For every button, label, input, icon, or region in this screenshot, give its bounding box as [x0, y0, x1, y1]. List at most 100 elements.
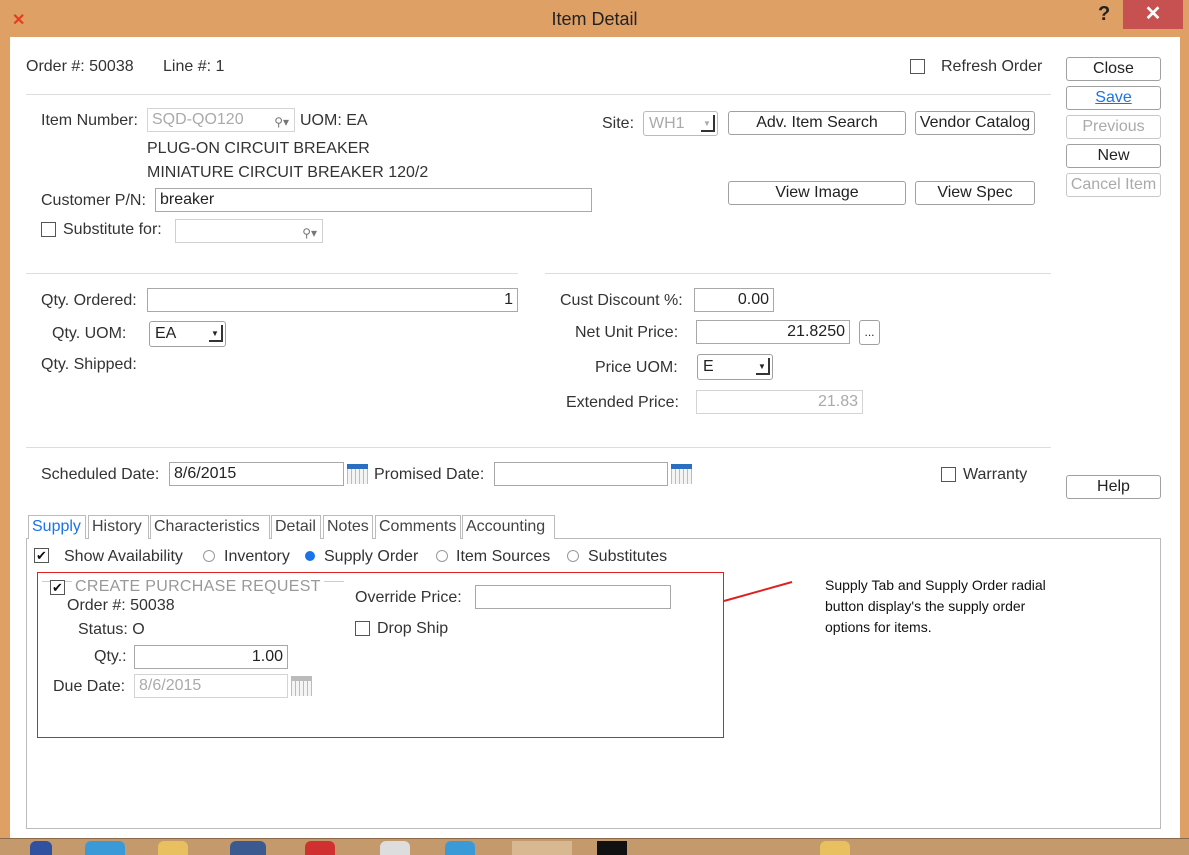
radio-substitutes[interactable] — [567, 550, 579, 562]
tab-accounting[interactable]: Accounting — [462, 515, 555, 539]
net-unit-price-input[interactable]: 21.8250 — [696, 320, 850, 344]
dropdown-arrow-icon: ▼ — [756, 358, 770, 375]
pr-status: Status: O — [78, 621, 145, 638]
net-unit-price-label: Net Unit Price: — [575, 324, 679, 341]
refresh-order-checkbox[interactable] — [910, 59, 925, 74]
drop-ship-label: Drop Ship — [377, 620, 449, 637]
calendar-icon[interactable] — [671, 464, 692, 484]
price-group-divider — [545, 273, 1051, 274]
dropdown-arrow-icon: ▼ — [209, 325, 223, 342]
cust-discount-input[interactable]: 0.00 — [694, 288, 774, 312]
annotation-line-3: options for items. — [825, 619, 932, 635]
previous-button[interactable]: Previous — [1066, 115, 1161, 139]
view-image-button[interactable]: View Image — [728, 181, 906, 205]
radio-item-sources[interactable] — [436, 550, 448, 562]
adv-item-search-button[interactable]: Adv. Item Search — [728, 111, 906, 135]
substitute-input[interactable]: ⚲▾ — [175, 219, 323, 243]
tab-comments[interactable]: Comments — [375, 515, 461, 539]
help-icon[interactable]: ? — [1098, 3, 1110, 26]
extended-price-input[interactable]: 21.83 — [696, 390, 863, 414]
promised-date-label: Promised Date: — [374, 466, 485, 483]
drop-ship-checkbox[interactable] — [355, 621, 370, 636]
item-number-input[interactable]: SQD-QO120 ⚲▾ — [147, 108, 295, 132]
annotation-arrow-line — [723, 581, 793, 602]
search-icon[interactable]: ⚲▾ — [274, 111, 289, 133]
item-number-label: Item Number: — [41, 112, 138, 129]
help-button[interactable]: Help — [1066, 475, 1161, 499]
line-number: Line #: 1 — [163, 58, 225, 75]
substitute-label: Substitute for: — [63, 221, 162, 238]
window-close-button[interactable]: ✕ — [1123, 0, 1183, 29]
qty-ordered-input[interactable]: 1 — [147, 288, 518, 312]
override-price-input[interactable] — [475, 585, 671, 609]
app-logo-icon: ✕ — [12, 12, 26, 29]
site-label: Site: — [602, 115, 635, 132]
taskbar-app-icon[interactable] — [30, 841, 52, 855]
pr-order-number: Order #: 50038 — [67, 597, 175, 614]
title-bar: Item Detail — [0, 0, 1189, 37]
taskbar-app-icon[interactable] — [305, 841, 335, 855]
show-availability-checkbox[interactable]: ✔ — [34, 548, 49, 563]
item-description-1: PLUG-ON CIRCUIT BREAKER — [147, 140, 370, 157]
create-purchase-request-checkbox[interactable]: ✔ — [50, 580, 65, 595]
close-button[interactable]: Close — [1066, 57, 1161, 81]
calendar-icon[interactable] — [291, 676, 312, 696]
tab-history[interactable]: History — [88, 515, 149, 539]
taskbar-app-icon[interactable] — [380, 841, 410, 855]
search-icon[interactable]: ⚲▾ — [302, 222, 317, 244]
price-uom-select[interactable]: E ▼ — [697, 354, 773, 380]
scheduled-date-input[interactable]: 8/6/2015 — [169, 462, 344, 486]
tab-characteristics[interactable]: Characteristics — [150, 515, 270, 539]
tab-supply[interactable]: Supply — [28, 515, 86, 539]
item-number-value: SQD-QO120 — [152, 111, 244, 128]
price-uom-value: E — [703, 358, 714, 375]
dropdown-arrow-icon: ▼ — [701, 115, 715, 132]
qty-shipped-label: Qty. Shipped: — [41, 356, 137, 373]
taskbar-browser-icon[interactable] — [85, 841, 125, 855]
annotation-text: Supply Tab and Supply Order radial butto… — [825, 575, 1046, 638]
radio-item-sources-label: Item Sources — [456, 548, 551, 565]
item-description-2: MINIATURE CIRCUIT BREAKER 120/2 — [147, 164, 429, 181]
price-uom-label: Price UOM: — [595, 359, 678, 376]
pr-qty-input[interactable]: 1.00 — [134, 645, 288, 669]
pr-due-date-input[interactable]: 8/6/2015 — [134, 674, 288, 698]
view-spec-button[interactable]: View Spec — [915, 181, 1035, 205]
taskbar-app-icon[interactable] — [445, 841, 475, 855]
taskbar-active-item[interactable] — [512, 841, 572, 855]
cust-discount-label: Cust Discount %: — [560, 292, 683, 309]
save-button[interactable]: Save — [1066, 86, 1161, 110]
taskbar-app-icon[interactable] — [230, 841, 266, 855]
price-details-button[interactable]: ... — [859, 320, 880, 345]
tab-detail[interactable]: Detail — [271, 515, 321, 539]
override-price-label: Override Price: — [355, 589, 462, 606]
vendor-catalog-button[interactable]: Vendor Catalog — [915, 111, 1035, 135]
qty-ordered-label: Qty. Ordered: — [41, 292, 137, 309]
uom-text: UOM: EA — [300, 112, 368, 129]
taskbar-folder-icon[interactable] — [158, 841, 188, 855]
radio-supply-order[interactable] — [305, 551, 315, 561]
substitute-checkbox[interactable] — [41, 222, 56, 237]
pr-due-date-label: Due Date: — [53, 678, 126, 695]
warranty-checkbox[interactable] — [941, 467, 956, 482]
radio-supply-order-label: Supply Order — [324, 548, 419, 565]
qty-uom-value: EA — [155, 325, 177, 342]
tab-notes[interactable]: Notes — [323, 515, 373, 539]
show-availability-label: Show Availability — [64, 548, 183, 565]
dates-group-divider — [26, 447, 1051, 448]
cancel-item-button[interactable]: Cancel Item — [1066, 173, 1161, 197]
promised-date-input[interactable] — [494, 462, 668, 486]
window-title: Item Detail — [551, 9, 638, 29]
taskbar-app-icon[interactable] — [597, 841, 627, 855]
qty-uom-select[interactable]: EA ▼ — [149, 321, 226, 347]
pr-qty-label: Qty.: — [94, 648, 127, 665]
taskbar-app-icon[interactable] — [820, 841, 850, 855]
order-number: Order #: 50038 — [26, 58, 134, 75]
site-select[interactable]: WH1 ▼ — [643, 111, 718, 136]
refresh-order-label: Refresh Order — [941, 58, 1043, 75]
new-button[interactable]: New — [1066, 144, 1161, 168]
site-value: WH1 — [649, 115, 685, 132]
customer-pn-input[interactable]: breaker — [155, 188, 592, 212]
radio-inventory[interactable] — [203, 550, 215, 562]
item-group-divider — [26, 94, 1051, 95]
calendar-icon[interactable] — [347, 464, 368, 484]
